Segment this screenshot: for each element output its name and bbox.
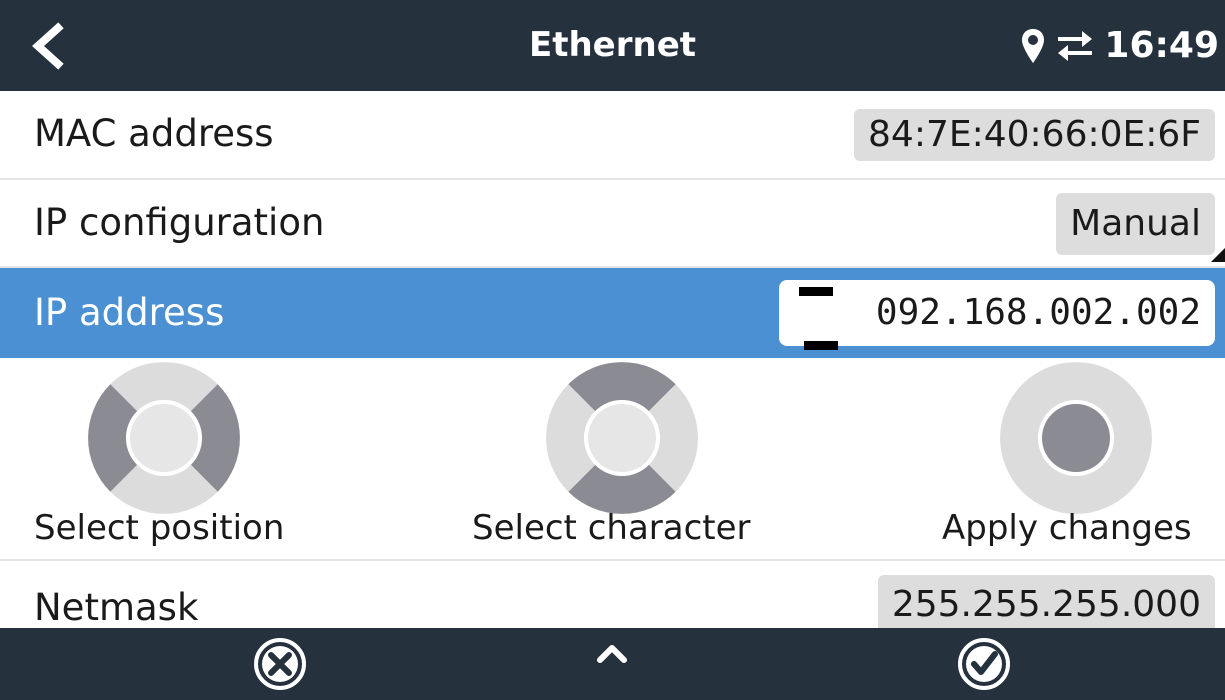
dropdown-corner-indicator bbox=[1211, 248, 1225, 262]
ip-address-input[interactable]: 092.168.002.002 bbox=[779, 280, 1215, 346]
ip-configuration-label: IP configuration bbox=[34, 201, 325, 244]
cancel-button[interactable] bbox=[252, 636, 308, 692]
edit-cursor-top bbox=[799, 287, 833, 296]
dpad-center-icon bbox=[1000, 362, 1152, 514]
confirm-button[interactable] bbox=[956, 636, 1012, 692]
mac-address-row: MAC address 84:7E:40:66:0E:6F bbox=[0, 91, 1225, 180]
select-character-caption: Select character bbox=[472, 508, 751, 548]
help-apply-changes: Apply changes bbox=[942, 358, 1212, 561]
keypad-help-area: Select position Select character Apply c bbox=[0, 358, 1225, 561]
dpad-left-right-icon bbox=[88, 362, 240, 514]
ip-configuration-row[interactable]: IP configuration Manual bbox=[0, 180, 1225, 268]
scroll-up-button[interactable] bbox=[584, 636, 640, 692]
swap-arrows-icon bbox=[1058, 30, 1093, 61]
bottom-bar bbox=[0, 628, 1225, 700]
edit-cursor-bottom bbox=[804, 341, 838, 350]
clock: 16:49 bbox=[1104, 25, 1219, 66]
dpad-up-down-icon bbox=[546, 362, 698, 514]
status-area: 16:49 bbox=[1020, 0, 1219, 91]
ip-configuration-value[interactable]: Manual bbox=[1056, 193, 1215, 255]
check-circle-icon bbox=[958, 638, 1010, 690]
ip-address-value[interactable]: 092.168.002.002 bbox=[876, 280, 1201, 346]
help-select-position: Select position bbox=[34, 358, 334, 561]
mac-address-value: 84:7E:40:66:0E:6F bbox=[854, 109, 1215, 161]
location-pin-icon bbox=[1022, 28, 1045, 63]
top-bar: Ethernet 16:49 bbox=[0, 0, 1225, 91]
netmask-value: 255.255.255.000 bbox=[877, 575, 1215, 628]
netmask-label: Netmask bbox=[34, 586, 199, 628]
apply-changes-caption: Apply changes bbox=[942, 508, 1192, 548]
ip-address-row[interactable]: IP address 092.168.002.002 bbox=[0, 268, 1225, 358]
chevron-up-icon bbox=[597, 645, 627, 663]
help-select-character: Select character bbox=[472, 358, 792, 561]
ip-address-label: IP address bbox=[34, 291, 225, 334]
mac-address-label: MAC address bbox=[34, 112, 274, 155]
netmask-row[interactable]: Netmask 255.255.255.000 bbox=[0, 561, 1225, 628]
cancel-circle-icon bbox=[254, 638, 306, 690]
select-position-caption: Select position bbox=[34, 508, 285, 548]
